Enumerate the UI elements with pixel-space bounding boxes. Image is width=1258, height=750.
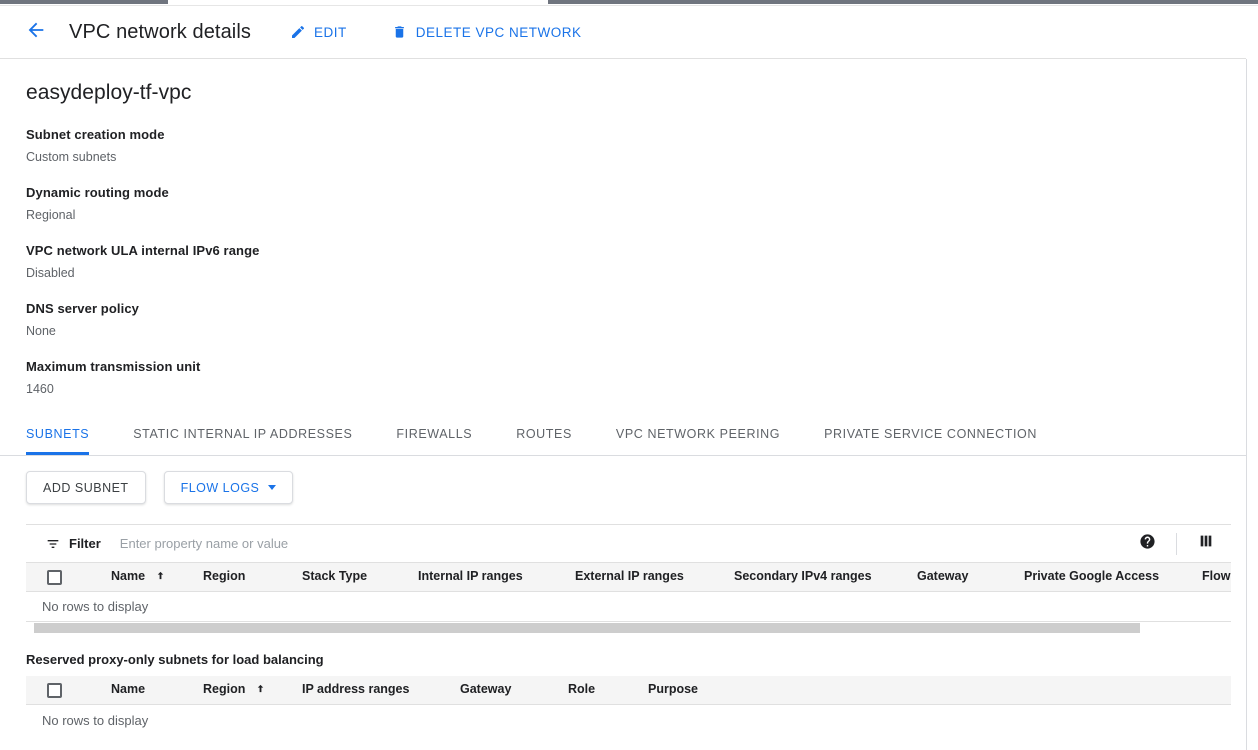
property-label: Maximum transmission unit (26, 358, 1246, 376)
back-button[interactable] (20, 16, 52, 48)
filter-input[interactable] (118, 535, 1132, 552)
sort-ascending-icon (155, 570, 166, 584)
pencil-icon (289, 23, 307, 41)
property-maximum-transmission-unit: Maximum transmission unit 1460 (26, 358, 1246, 398)
column-header-purpose[interactable]: Purpose (648, 682, 698, 696)
table-action-bar: ADD SUBNET FLOW LOGS (26, 471, 1246, 504)
edit-button[interactable]: EDIT (289, 23, 347, 41)
property-value: Disabled (26, 264, 1246, 282)
content-area: easydeploy-tf-vpc Subnet creation mode C… (0, 60, 1246, 750)
column-header-secondary-ipv4-ranges[interactable]: Secondary IPv4 ranges (734, 569, 872, 583)
column-header-internal-ip-ranges[interactable]: Internal IP ranges (418, 569, 523, 583)
tab-subnets[interactable]: SUBNETS (26, 416, 89, 455)
column-header-gateway-reserved[interactable]: Gateway (460, 682, 511, 696)
page-header: VPC network details EDIT DELETE VPC NETW… (0, 6, 1246, 59)
column-settings-button[interactable] (1191, 529, 1221, 559)
column-header-stack-type[interactable]: Stack Type (302, 569, 367, 583)
subnets-table-panel: Filter Name (26, 524, 1231, 634)
subnets-empty-message: No rows to display (26, 592, 1231, 622)
chrome-bar-right-segment (548, 0, 1258, 4)
filter-list-icon (45, 536, 61, 552)
property-label: Subnet creation mode (26, 126, 1246, 144)
delete-vpc-network-button[interactable]: DELETE VPC NETWORK (391, 23, 582, 41)
property-label: VPC network ULA internal IPv6 range (26, 242, 1246, 260)
column-header-flow-logs[interactable]: Flow logs (1202, 569, 1231, 583)
reserved-subnets-table-header: Name Region IP address ranges Gateway Ro… (26, 676, 1231, 705)
select-all-checkbox-reserved[interactable] (47, 683, 62, 698)
edit-button-label: EDIT (314, 25, 347, 40)
filter-tools (1132, 529, 1221, 559)
tab-private-service-connection[interactable]: PRIVATE SERVICE CONNECTION (824, 416, 1037, 455)
flow-logs-button-label: FLOW LOGS (181, 481, 260, 495)
delete-vpc-network-button-label: DELETE VPC NETWORK (416, 25, 582, 40)
property-value: 1460 (26, 380, 1246, 398)
subnets-horizontal-scrollbar[interactable] (26, 622, 1231, 634)
scrollbar-thumb[interactable] (34, 623, 1140, 633)
filter-bar: Filter (26, 525, 1231, 563)
reserved-subnets-table-panel: Name Region IP address ranges Gateway Ro… (26, 676, 1231, 735)
column-header-name-reserved[interactable]: Name (111, 682, 145, 696)
subnets-table-header: Name Region Stack Type Internal IP range… (26, 563, 1231, 592)
flow-logs-button[interactable]: FLOW LOGS (164, 471, 294, 504)
column-header-external-ip-ranges[interactable]: External IP ranges (575, 569, 684, 583)
page-title: VPC network details (69, 21, 251, 44)
property-value: Regional (26, 206, 1246, 224)
column-settings-icon (1198, 533, 1214, 554)
sort-ascending-icon (255, 683, 266, 697)
select-all-checkbox[interactable] (47, 570, 62, 585)
property-value: Custom subnets (26, 148, 1246, 166)
column-header-region[interactable]: Region (203, 569, 245, 583)
trash-icon (391, 23, 409, 41)
vertical-scrollbar-track[interactable] (1247, 59, 1258, 750)
column-header-region-reserved[interactable]: Region (203, 682, 266, 697)
reserved-subnets-empty-message: No rows to display (26, 705, 1231, 735)
property-label: Dynamic routing mode (26, 184, 1246, 202)
property-value: None (26, 322, 1246, 340)
tab-vpc-network-peering[interactable]: VPC NETWORK PEERING (616, 416, 780, 455)
help-icon (1139, 533, 1156, 555)
help-button[interactable] (1132, 529, 1162, 559)
property-dynamic-routing-mode: Dynamic routing mode Regional (26, 184, 1246, 224)
property-label: DNS server policy (26, 300, 1246, 318)
tab-bar: SUBNETS STATIC INTERNAL IP ADDRESSES FIR… (0, 416, 1246, 456)
toolbar-separator (1176, 533, 1177, 555)
column-header-ip-address-ranges[interactable]: IP address ranges (302, 682, 409, 696)
reserved-subnets-title: Reserved proxy-only subnets for load bal… (26, 652, 1246, 667)
property-dns-server-policy: DNS server policy None (26, 300, 1246, 340)
property-ula-internal-ipv6-range: VPC network ULA internal IPv6 range Disa… (26, 242, 1246, 282)
tab-firewalls[interactable]: FIREWALLS (396, 416, 472, 455)
arrow-back-icon (25, 19, 47, 46)
resource-name: easydeploy-tf-vpc (26, 81, 1246, 105)
column-header-private-google-access[interactable]: Private Google Access (1024, 569, 1159, 583)
chrome-bar-left-segment (0, 0, 168, 4)
column-header-gateway[interactable]: Gateway (917, 569, 968, 583)
column-header-role[interactable]: Role (568, 682, 595, 696)
resource-properties: Subnet creation mode Custom subnets Dyna… (26, 126, 1246, 398)
filter-label: Filter (69, 536, 101, 551)
tab-routes[interactable]: ROUTES (516, 416, 572, 455)
tab-static-internal-ip-addresses[interactable]: STATIC INTERNAL IP ADDRESSES (133, 416, 352, 455)
column-header-name[interactable]: Name (111, 569, 166, 584)
chevron-down-icon (268, 485, 276, 490)
property-subnet-creation-mode: Subnet creation mode Custom subnets (26, 126, 1246, 166)
add-subnet-button[interactable]: ADD SUBNET (26, 471, 146, 504)
